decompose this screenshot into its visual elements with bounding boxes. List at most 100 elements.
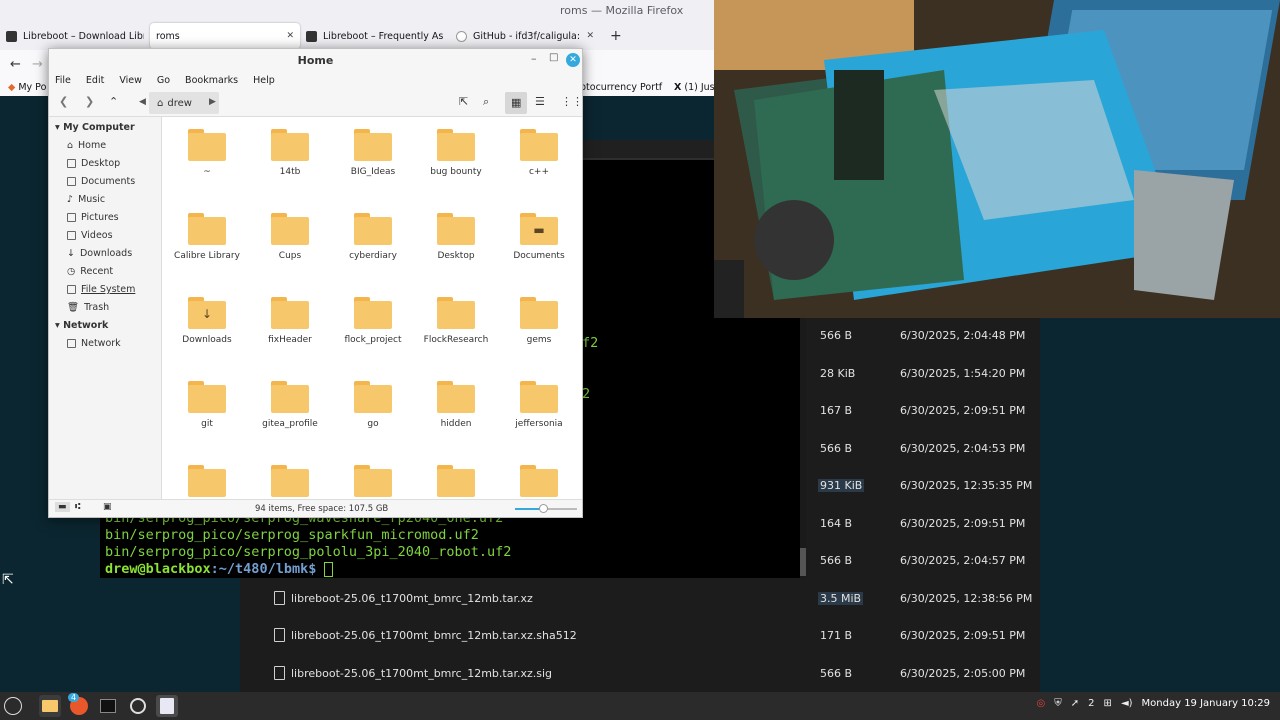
file-name[interactable]: libreboot-25.06_t1700mt_bmrc_12mb.tar.xz xyxy=(291,592,533,605)
toggle-location-icon[interactable]: ⇱ xyxy=(459,95,468,108)
search-icon[interactable]: ⌕ xyxy=(483,95,489,109)
menu-go[interactable]: Go xyxy=(157,75,170,86)
folder-item[interactable] xyxy=(499,465,579,499)
security-icon[interactable]: ◎ xyxy=(1037,698,1046,709)
terminal-scrollbar-thumb[interactable] xyxy=(800,548,806,576)
show-places-icon[interactable]: ▬ xyxy=(55,502,70,512)
sidebar-item-pictures[interactable]: Pictures xyxy=(67,212,119,223)
taskbar-app-terminal[interactable] xyxy=(97,695,119,717)
sidebar-item-home[interactable]: ⌂ Home xyxy=(67,140,106,151)
bookmark-item[interactable]: ptocurrency Portf xyxy=(580,82,662,93)
shield-icon[interactable]: ⛨ xyxy=(1054,698,1062,709)
breadcrumb-left-icon[interactable]: ◀ xyxy=(139,97,146,107)
list-view-icon[interactable]: ☰ xyxy=(535,95,545,108)
sidebar-item-documents[interactable]: Documents xyxy=(67,176,135,187)
folder-item[interactable]: go xyxy=(333,381,413,429)
menu-bookmarks[interactable]: Bookmarks xyxy=(185,75,238,86)
new-tab-icon[interactable]: + xyxy=(600,28,632,44)
folder-icon xyxy=(188,129,226,161)
folder-item[interactable]: Desktop xyxy=(416,213,496,261)
maximize-icon[interactable]: □ xyxy=(549,52,558,63)
folder-item[interactable]: jeffersonia xyxy=(499,381,579,429)
folder-item[interactable]: c++ xyxy=(499,129,579,177)
file-listing-row[interactable]: libreboot-25.06_t1700mt_bmrc_12mb.tar.xz… xyxy=(240,581,1040,618)
folder-item[interactable] xyxy=(416,465,496,499)
folder-item[interactable]: BIG_Ideas xyxy=(333,129,413,177)
sidebar-item-label: Pictures xyxy=(81,212,119,223)
network-icon[interactable]: ⊞ xyxy=(1104,698,1112,709)
folder-item[interactable]: Cups xyxy=(250,213,330,261)
taskbar-app-files[interactable] xyxy=(39,695,61,717)
folder-item[interactable]: FlockResearch xyxy=(416,297,496,345)
close-icon[interactable]: ✕ xyxy=(566,53,580,67)
folder-item[interactable]: ↓ Downloads xyxy=(167,297,247,345)
firefox-tab[interactable]: GitHub - ifd3f/caligula: A us ✕ xyxy=(450,23,600,49)
forward-arrow-icon[interactable]: → xyxy=(32,57,43,72)
minimize-icon[interactable]: – xyxy=(531,52,537,65)
folder-item[interactable]: git xyxy=(167,381,247,429)
folder-item[interactable] xyxy=(250,465,330,499)
libreboot-favicon-icon xyxy=(6,30,17,42)
firefox-tab-active[interactable]: roms ✕ xyxy=(150,23,300,49)
volume-icon[interactable]: ◄) xyxy=(1121,698,1133,709)
folder-icon xyxy=(520,465,558,497)
close-tab-icon[interactable]: ✕ xyxy=(586,31,594,41)
clock[interactable]: Monday 19 January 10:29 xyxy=(1142,698,1270,709)
firefox-titlebar: roms — Mozilla Firefox xyxy=(0,0,716,22)
show-treeview-icon[interactable]: ⑆ xyxy=(75,502,80,512)
sidebar-item-trash[interactable]: 🗑 Trash xyxy=(67,302,109,313)
back-icon[interactable]: ❮ xyxy=(59,95,68,108)
terminal-text-partial: f2 xyxy=(582,335,599,351)
up-icon[interactable]: ⌃ xyxy=(109,95,118,108)
firefox-tab[interactable]: Libreboot – Download Libre xyxy=(0,23,150,49)
sidebar-item-recent[interactable]: ◷ Recent xyxy=(67,266,113,277)
folder-item[interactable]: gitea_profile xyxy=(250,381,330,429)
folder-item[interactable]: gems xyxy=(499,297,579,345)
folder-item[interactable]: flock_project xyxy=(333,297,413,345)
folder-item[interactable]: hidden xyxy=(416,381,496,429)
menu-view[interactable]: View xyxy=(119,75,142,86)
folder-item[interactable]: 14tb xyxy=(250,129,330,177)
sidebar-heading[interactable]: ▾ My Computer xyxy=(55,122,135,133)
file-name[interactable]: libreboot-25.06_t1700mt_bmrc_12mb.tar.xz… xyxy=(291,667,552,680)
file-listing-row[interactable]: libreboot-25.06_t1700mt_bmrc_12mb.tar.xz… xyxy=(240,656,1040,693)
taskbar-app-firefox[interactable]: 4 xyxy=(68,693,90,717)
taskbar-app-obs[interactable] xyxy=(127,695,149,717)
file-name[interactable]: libreboot-25.06_t1700mt_bmrc_12mb.tar.xz… xyxy=(291,629,577,642)
sidebar-item-downloads[interactable]: ↓ Downloads xyxy=(67,248,132,259)
icon-view-button[interactable]: ▦ xyxy=(505,92,527,114)
close-tab-icon[interactable]: ✕ xyxy=(286,31,294,41)
bookmark-item[interactable]: X (1) Jus xyxy=(674,82,715,93)
file-icon-grid: ~14tb BIG_Ideas bug bounty c++ Calibre Libra… xyxy=(162,117,582,499)
bookmark-item[interactable]: ◆ My Po xyxy=(8,82,46,93)
folder-item[interactable]: ▬ Documents xyxy=(499,213,579,261)
folder-item[interactable] xyxy=(167,465,247,499)
rocket-icon[interactable]: ➚ xyxy=(1071,698,1079,709)
folder-item[interactable] xyxy=(333,465,413,499)
sidebar-item-music[interactable]: ♪ Music xyxy=(67,194,105,205)
menu-file[interactable]: File xyxy=(55,75,71,86)
zoom-slider-handle[interactable] xyxy=(538,504,548,513)
folder-item[interactable]: fixHeader xyxy=(250,297,330,345)
folder-item[interactable]: Calibre Library xyxy=(167,213,247,261)
folder-item[interactable]: ~ xyxy=(167,129,247,177)
menu-help[interactable]: Help xyxy=(253,75,275,86)
back-arrow-icon[interactable]: ← xyxy=(10,57,21,72)
folder-item[interactable]: bug bounty xyxy=(416,129,496,177)
hide-sidebar-icon[interactable]: ▣ xyxy=(103,502,112,512)
menu-edit[interactable]: Edit xyxy=(86,75,104,86)
sidebar-item-file-system[interactable]: File System xyxy=(67,284,135,295)
sidebar-item-videos[interactable]: Videos xyxy=(67,230,113,241)
compact-view-icon[interactable]: ⋮⋮ xyxy=(561,95,583,108)
sidebar-item-desktop[interactable]: Desktop xyxy=(67,158,120,169)
folder-item[interactable]: cyberdiary xyxy=(333,213,413,261)
mint-menu-icon[interactable] xyxy=(4,697,22,715)
breadcrumb-right-icon[interactable]: ▶ xyxy=(209,97,216,107)
nemo-titlebar[interactable]: Home – □ ✕ xyxy=(49,49,582,71)
file-listing-row[interactable]: libreboot-25.06_t1700mt_bmrc_12mb.tar.xz… xyxy=(240,618,1040,655)
taskbar-app-editor[interactable] xyxy=(156,695,178,717)
sidebar-item-network[interactable]: Network xyxy=(67,338,121,349)
firefox-tab[interactable]: Libreboot – Frequently Aske xyxy=(300,23,450,49)
sidebar-heading[interactable]: ▾ Network xyxy=(55,320,108,331)
forward-icon[interactable]: ❯ xyxy=(85,95,94,108)
